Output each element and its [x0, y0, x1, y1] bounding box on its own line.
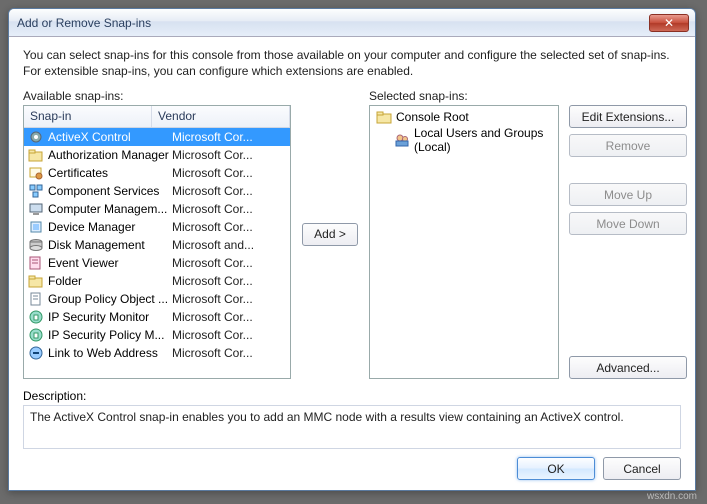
description-label: Description:: [23, 389, 681, 403]
snapin-vendor: Microsoft and...: [172, 238, 254, 252]
close-button[interactable]: ✕: [649, 14, 689, 32]
snapin-vendor: Microsoft Cor...: [172, 220, 253, 234]
action-buttons-column: Edit Extensions... Remove Move Up Move D…: [569, 89, 687, 379]
move-up-button[interactable]: Move Up: [569, 183, 687, 206]
watermark: wsxdn.com: [647, 491, 697, 502]
snapin-name: Authorization Manager: [48, 148, 172, 162]
available-label: Available snap-ins:: [23, 89, 291, 103]
tree-root-label: Console Root: [396, 110, 469, 124]
ipsec-icon: [28, 309, 44, 325]
listview-header: Snap-in Vendor: [24, 106, 290, 128]
move-down-button[interactable]: Move Down: [569, 212, 687, 235]
snapin-vendor: Microsoft Cor...: [172, 328, 253, 342]
cancel-button[interactable]: Cancel: [603, 457, 681, 480]
available-listbox[interactable]: Snap-in Vendor ActiveX ControlMicrosoft …: [23, 105, 291, 379]
snapin-name: Component Services: [48, 184, 172, 198]
selected-column: Selected snap-ins: Console Root Local Us…: [369, 89, 559, 379]
list-item[interactable]: Authorization ManagerMicrosoft Cor...: [24, 146, 290, 164]
description-group: Description: The ActiveX Control snap-in…: [23, 389, 681, 449]
list-item[interactable]: Event ViewerMicrosoft Cor...: [24, 254, 290, 272]
snapin-name: Computer Managem...: [48, 202, 172, 216]
ok-button[interactable]: OK: [517, 457, 595, 480]
dialog-window: Add or Remove Snap-ins ✕ You can select …: [8, 8, 696, 491]
link-icon: [28, 345, 44, 361]
users-icon: [394, 132, 410, 148]
device-icon: [28, 219, 44, 235]
list-item[interactable]: IP Security Policy M...Microsoft Cor...: [24, 326, 290, 344]
snapin-name: IP Security Monitor: [48, 310, 172, 324]
snapin-name: Link to Web Address: [48, 346, 172, 360]
snapin-name: IP Security Policy M...: [48, 328, 172, 342]
snapin-vendor: Microsoft Cor...: [172, 202, 253, 216]
client-area: You can select snap-ins for this console…: [9, 37, 695, 490]
ipsec-icon: [28, 327, 44, 343]
computer-icon: [28, 201, 44, 217]
intro-text: You can select snap-ins for this console…: [23, 47, 681, 79]
disk-icon: [28, 237, 44, 253]
snapin-vendor: Microsoft Cor...: [172, 148, 253, 162]
list-item[interactable]: Component ServicesMicrosoft Cor...: [24, 182, 290, 200]
list-item[interactable]: IP Security MonitorMicrosoft Cor...: [24, 308, 290, 326]
folder-icon: [28, 147, 44, 163]
snapin-vendor: Microsoft Cor...: [172, 292, 253, 306]
title-text: Add or Remove Snap-ins: [17, 16, 151, 30]
advanced-button[interactable]: Advanced...: [569, 356, 687, 379]
edit-extensions-button[interactable]: Edit Extensions...: [569, 105, 687, 128]
footer-buttons: OK Cancel: [23, 449, 681, 480]
col-header-vendor[interactable]: Vendor: [152, 106, 290, 127]
listview-body[interactable]: ActiveX ControlMicrosoft Cor...Authoriza…: [24, 128, 290, 378]
snapin-name: Device Manager: [48, 220, 172, 234]
cert-icon: [28, 165, 44, 181]
list-item[interactable]: Disk ManagementMicrosoft and...: [24, 236, 290, 254]
list-item[interactable]: FolderMicrosoft Cor...: [24, 272, 290, 290]
snapin-vendor: Microsoft Cor...: [172, 310, 253, 324]
close-icon: ✕: [664, 16, 674, 30]
tree-item-label: Local Users and Groups (Local): [414, 126, 552, 154]
remove-button[interactable]: Remove: [569, 134, 687, 157]
description-box: The ActiveX Control snap-in enables you …: [23, 405, 681, 449]
folder-icon: [376, 110, 392, 124]
list-item[interactable]: Group Policy Object ...Microsoft Cor...: [24, 290, 290, 308]
snapin-name: ActiveX Control: [48, 130, 172, 144]
selected-tree[interactable]: Console Root Local Users and Groups (Loc…: [369, 105, 559, 379]
main-columns: Available snap-ins: Snap-in Vendor Activ…: [23, 89, 681, 379]
list-item[interactable]: Device ManagerMicrosoft Cor...: [24, 218, 290, 236]
snapin-vendor: Microsoft Cor...: [172, 256, 253, 270]
add-button[interactable]: Add >: [302, 223, 358, 246]
titlebar[interactable]: Add or Remove Snap-ins ✕: [9, 9, 695, 37]
gear-icon: [28, 129, 44, 145]
snapin-name: Certificates: [48, 166, 172, 180]
snapin-vendor: Microsoft Cor...: [172, 166, 253, 180]
snapin-name: Disk Management: [48, 238, 172, 252]
event-icon: [28, 255, 44, 271]
tree-root[interactable]: Console Root: [376, 110, 552, 124]
snapin-name: Folder: [48, 274, 172, 288]
snapin-name: Event Viewer: [48, 256, 172, 270]
available-column: Available snap-ins: Snap-in Vendor Activ…: [23, 89, 291, 379]
snapin-vendor: Microsoft Cor...: [172, 130, 253, 144]
list-item[interactable]: CertificatesMicrosoft Cor...: [24, 164, 290, 182]
snapin-vendor: Microsoft Cor...: [172, 274, 253, 288]
list-item[interactable]: ActiveX ControlMicrosoft Cor...: [24, 128, 290, 146]
snapin-vendor: Microsoft Cor...: [172, 346, 253, 360]
col-header-snapin[interactable]: Snap-in: [24, 106, 152, 127]
list-item[interactable]: Computer Managem...Microsoft Cor...: [24, 200, 290, 218]
snapin-name: Group Policy Object ...: [48, 292, 172, 306]
snapin-vendor: Microsoft Cor...: [172, 184, 253, 198]
component-icon: [28, 183, 44, 199]
list-item[interactable]: Link to Web AddressMicrosoft Cor...: [24, 344, 290, 362]
folder-icon: [28, 273, 44, 289]
add-column: Add >: [301, 89, 359, 379]
tree-item[interactable]: Local Users and Groups (Local): [394, 126, 552, 154]
doc-icon: [28, 291, 44, 307]
selected-label: Selected snap-ins:: [369, 89, 559, 103]
